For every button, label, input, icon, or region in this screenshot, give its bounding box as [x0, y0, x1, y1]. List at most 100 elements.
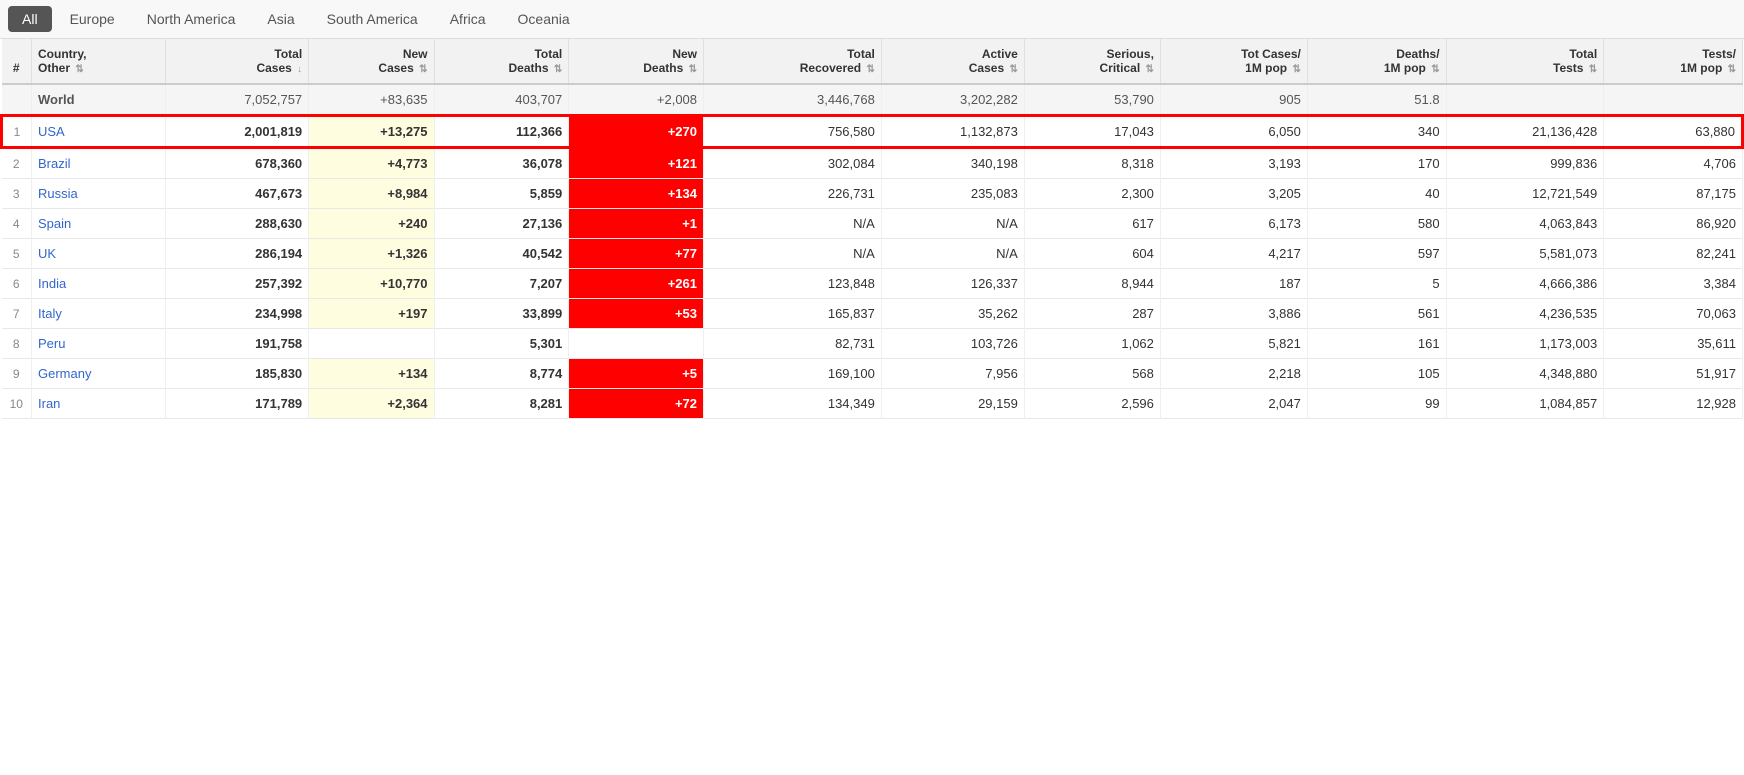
row-total-deaths: 112,366: [434, 116, 569, 148]
row-total-deaths: 33,899: [434, 299, 569, 329]
country-link[interactable]: India: [38, 276, 66, 291]
row-total-cases: 191,758: [166, 329, 309, 359]
row-tests-1m: 70,063: [1604, 299, 1743, 329]
row-recovered: 165,837: [704, 299, 882, 329]
col-total-tests[interactable]: TotalTests ⇅: [1446, 39, 1604, 84]
row-country: Iran: [32, 389, 166, 419]
tab-north-america[interactable]: North America: [133, 6, 250, 32]
country-link[interactable]: UK: [38, 246, 56, 261]
row-num: 10: [2, 389, 32, 419]
sort-icon-tot-cases-1m[interactable]: ⇅: [1292, 64, 1300, 75]
sort-icon-tests-1m[interactable]: ⇅: [1728, 64, 1736, 75]
row-serious: 17,043: [1024, 116, 1160, 148]
sort-icon-country[interactable]: ⇅: [75, 64, 83, 75]
col-tests-1m[interactable]: Tests/1M pop ⇅: [1604, 39, 1743, 84]
tab-africa[interactable]: Africa: [436, 6, 500, 32]
country-link[interactable]: Spain: [38, 216, 71, 231]
row-serious: 1,062: [1024, 329, 1160, 359]
row-new-cases: +8,984: [309, 179, 434, 209]
world-new-deaths: +2,008: [569, 84, 704, 116]
row-num: 3: [2, 179, 32, 209]
col-tot-cases-1m[interactable]: Tot Cases/1M pop ⇅: [1160, 39, 1307, 84]
world-serious: 53,790: [1024, 84, 1160, 116]
row-serious: 2,596: [1024, 389, 1160, 419]
row-total-tests: 12,721,549: [1446, 179, 1604, 209]
col-active-cases[interactable]: ActiveCases ⇅: [881, 39, 1024, 84]
row-total-cases: 234,998: [166, 299, 309, 329]
sort-icon-serious[interactable]: ⇅: [1146, 64, 1154, 75]
row-tot-cases-1m: 2,218: [1160, 359, 1307, 389]
row-tot-cases-1m: 3,205: [1160, 179, 1307, 209]
row-new-cases: [309, 329, 434, 359]
row-recovered: N/A: [704, 239, 882, 269]
sort-icon-new-deaths[interactable]: ⇅: [689, 64, 697, 75]
table-row: 10 Iran 171,789 +2,364 8,281 +72 134,349…: [2, 389, 1743, 419]
row-active: N/A: [881, 239, 1024, 269]
tab-europe[interactable]: Europe: [56, 6, 129, 32]
sort-icon-total-cases[interactable]: ↓: [297, 64, 302, 75]
row-deaths-1m: 580: [1307, 209, 1446, 239]
row-active: N/A: [881, 209, 1024, 239]
col-total-cases[interactable]: TotalCases ↓: [166, 39, 309, 84]
country-link[interactable]: Germany: [38, 366, 91, 381]
row-total-tests: 1,173,003: [1446, 329, 1604, 359]
row-num: 2: [2, 148, 32, 179]
covid-table: # Country,Other ⇅ TotalCases ↓ NewCases …: [0, 39, 1744, 419]
col-total-deaths[interactable]: TotalDeaths ⇅: [434, 39, 569, 84]
sort-icon-deaths-1m[interactable]: ⇅: [1431, 64, 1439, 75]
table-row: 6 India 257,392 +10,770 7,207 +261 123,8…: [2, 269, 1743, 299]
row-country: Brazil: [32, 148, 166, 179]
row-num: 9: [2, 359, 32, 389]
tab-south-america[interactable]: South America: [313, 6, 432, 32]
sort-icon-active[interactable]: ⇅: [1009, 64, 1017, 75]
country-link[interactable]: Peru: [38, 336, 65, 351]
col-new-cases[interactable]: NewCases ⇅: [309, 39, 434, 84]
row-total-cases: 286,194: [166, 239, 309, 269]
row-recovered: 123,848: [704, 269, 882, 299]
country-link[interactable]: Brazil: [38, 156, 71, 171]
col-total-recovered[interactable]: TotalRecovered ⇅: [704, 39, 882, 84]
tab-all[interactable]: All: [8, 6, 52, 32]
row-country: Italy: [32, 299, 166, 329]
col-country[interactable]: Country,Other ⇅: [32, 39, 166, 84]
row-total-cases: 467,673: [166, 179, 309, 209]
row-tot-cases-1m: 6,050: [1160, 116, 1307, 148]
row-new-deaths: +1: [569, 209, 704, 239]
country-link[interactable]: USA: [38, 124, 65, 139]
row-new-deaths: +53: [569, 299, 704, 329]
row-serious: 568: [1024, 359, 1160, 389]
row-new-deaths: +261: [569, 269, 704, 299]
row-recovered: 756,580: [704, 116, 882, 148]
row-new-deaths: +72: [569, 389, 704, 419]
row-deaths-1m: 170: [1307, 148, 1446, 179]
country-link[interactable]: Iran: [38, 396, 60, 411]
row-new-deaths: +121: [569, 148, 704, 179]
row-country: India: [32, 269, 166, 299]
row-total-deaths: 8,281: [434, 389, 569, 419]
col-new-deaths[interactable]: NewDeaths ⇅: [569, 39, 704, 84]
sort-icon-total-deaths[interactable]: ⇅: [554, 64, 562, 75]
row-tests-1m: 3,384: [1604, 269, 1743, 299]
table-row: 1 USA 2,001,819 +13,275 112,366 +270 756…: [2, 116, 1743, 148]
row-active: 29,159: [881, 389, 1024, 419]
row-deaths-1m: 105: [1307, 359, 1446, 389]
row-total-deaths: 27,136: [434, 209, 569, 239]
row-total-tests: 1,084,857: [1446, 389, 1604, 419]
sort-icon-recovered[interactable]: ⇅: [866, 64, 874, 75]
sort-icon-new-cases[interactable]: ⇅: [419, 64, 427, 75]
row-new-deaths: +270: [569, 116, 704, 148]
tab-oceania[interactable]: Oceania: [504, 6, 584, 32]
row-serious: 287: [1024, 299, 1160, 329]
col-serious[interactable]: Serious,Critical ⇅: [1024, 39, 1160, 84]
row-active: 235,083: [881, 179, 1024, 209]
row-new-deaths: +5: [569, 359, 704, 389]
country-link[interactable]: Italy: [38, 306, 62, 321]
sort-icon-total-tests[interactable]: ⇅: [1589, 64, 1597, 75]
tab-asia[interactable]: Asia: [253, 6, 308, 32]
row-country: Germany: [32, 359, 166, 389]
row-serious: 2,300: [1024, 179, 1160, 209]
col-deaths-1m[interactable]: Deaths/1M pop ⇅: [1307, 39, 1446, 84]
row-tests-1m: 82,241: [1604, 239, 1743, 269]
row-tests-1m: 12,928: [1604, 389, 1743, 419]
country-link[interactable]: Russia: [38, 186, 78, 201]
